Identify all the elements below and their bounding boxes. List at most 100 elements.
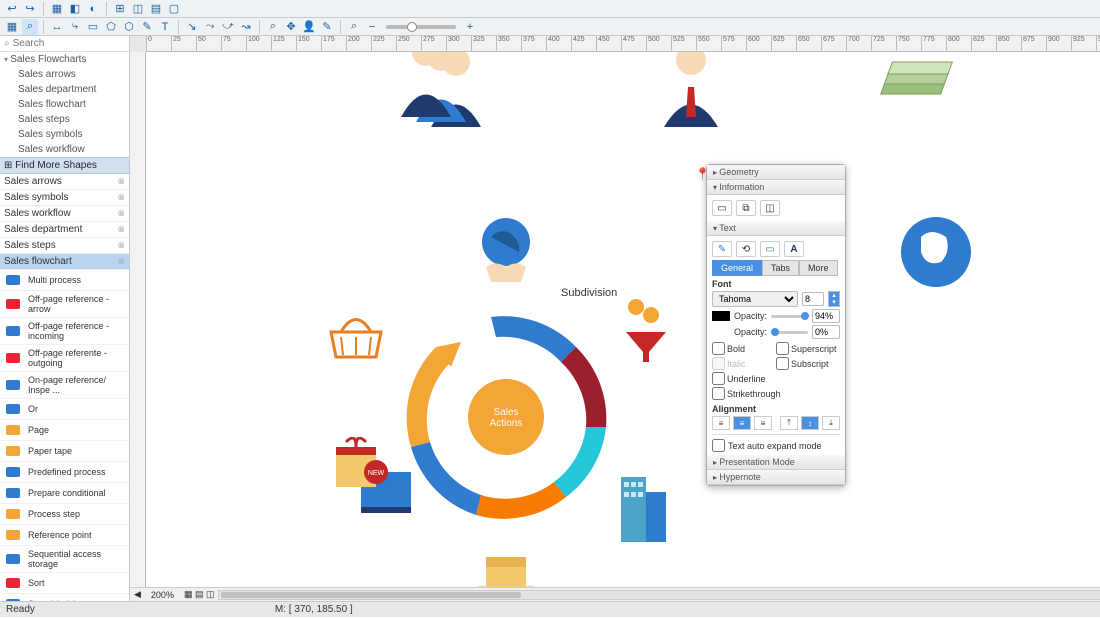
canvas[interactable]: NEW [146, 52, 1100, 587]
zoom-plus-button[interactable]: + [462, 19, 478, 35]
layout2-button[interactable]: ◐ [85, 1, 101, 17]
undo-button[interactable]: ↩ [4, 1, 20, 17]
grid-button[interactable]: ▦ [49, 1, 65, 17]
shape-item[interactable]: Off-page referente - outgoing [0, 345, 129, 372]
align-center-button[interactable]: ≡ [733, 416, 751, 430]
info-view2-button[interactable]: ⧉ [736, 200, 756, 216]
zoom-tool[interactable]: ⌕ [265, 19, 281, 35]
shape-item[interactable]: Prepare conditional [0, 483, 129, 504]
panel-section-presentation[interactable]: Presentation Mode [707, 455, 845, 470]
text-tool[interactable]: T [157, 19, 173, 35]
text-tool4[interactable]: A [784, 241, 804, 257]
subscript-checkbox[interactable]: Subscript [776, 356, 840, 371]
shape-item[interactable]: Process step [0, 504, 129, 525]
line1-tool[interactable]: ↘ [184, 19, 200, 35]
font-name-select[interactable]: Tahoma [712, 291, 798, 307]
shape-item[interactable]: Sequential access storage [0, 546, 129, 573]
panel-section-hypernote[interactable]: Hypernote [707, 470, 845, 485]
close-icon[interactable]: ⊗ [117, 224, 125, 235]
italic-checkbox[interactable]: Italic [712, 356, 776, 371]
close-icon[interactable]: ⊗ [117, 256, 125, 267]
panel-section-information[interactable]: Information [707, 180, 845, 195]
shape-item[interactable]: Paper tape [0, 441, 129, 462]
zoom-out-button[interactable]: ⌕ [346, 19, 362, 35]
tree-child[interactable]: Sales symbols [0, 127, 129, 142]
shape-item[interactable]: Multi process [0, 270, 129, 291]
pointer-tool[interactable]: ↔ [49, 19, 65, 35]
strike-checkbox[interactable]: Strikethrough [712, 386, 776, 401]
shape-list[interactable]: Multi processOff-page reference - arrowO… [0, 270, 129, 601]
info-view1-button[interactable]: ▭ [712, 200, 732, 216]
bold-checkbox[interactable]: Bold [712, 341, 776, 356]
tree-child[interactable]: Sales flowchart [0, 97, 129, 112]
valign-top-button[interactable]: ⤒ [780, 416, 798, 430]
align-right-button[interactable]: ≡ [754, 416, 772, 430]
font-size-input[interactable] [802, 292, 824, 306]
superscript-checkbox[interactable]: Superscript [776, 341, 840, 356]
shape-item[interactable]: Start (circle) [0, 594, 129, 601]
person-tool[interactable]: 👤 [301, 19, 317, 35]
zoom-slider[interactable] [386, 25, 456, 29]
layout4-button[interactable]: ◫ [130, 1, 146, 17]
tab-general[interactable]: General [712, 260, 762, 276]
tree-child[interactable]: Sales workflow [0, 142, 129, 157]
close-icon[interactable]: ⊗ [117, 192, 125, 203]
line4-tool[interactable]: ↝ [238, 19, 254, 35]
opacity-slider-1[interactable] [771, 315, 808, 318]
scroll-left-button[interactable]: ◀ [130, 589, 145, 600]
shape-item[interactable]: Off-page reference - incoming [0, 318, 129, 345]
align-left-button[interactable]: ≡ [712, 416, 730, 430]
find-more-shapes[interactable]: Find More Shapes [0, 157, 129, 174]
redo-button[interactable]: ↪ [22, 1, 38, 17]
category-row[interactable]: Sales symbols⊗ [0, 190, 129, 206]
shape-item[interactable]: Off-page reference - arrow [0, 291, 129, 318]
category-row[interactable]: Sales arrows⊗ [0, 174, 129, 190]
close-icon[interactable]: ⊗ [117, 240, 125, 251]
hscroll-thumb[interactable] [221, 592, 521, 598]
rect-tool[interactable]: ▭ [85, 19, 101, 35]
category-row[interactable]: Sales steps⊗ [0, 238, 129, 254]
shape-item[interactable]: On-page reference/ Inspe ... [0, 372, 129, 399]
inspector-panel[interactable]: 📍 Geometry Information ▭ ⧉ ◫ Text ✎ [706, 164, 846, 486]
close-icon[interactable]: ⊗ [117, 208, 125, 219]
grid-toggle-button[interactable]: ▦ [4, 19, 20, 35]
panel-section-geometry[interactable]: Geometry [707, 165, 845, 180]
view-mode-icons[interactable]: ▦ ▤ ◫ [180, 589, 219, 600]
pan-tool[interactable]: ✥ [283, 19, 299, 35]
layout6-button[interactable]: ▢ [166, 1, 182, 17]
font-size-stepper[interactable]: ▴▾ [828, 291, 840, 307]
zoom-minus-button[interactable]: − [364, 19, 380, 35]
tree-child[interactable]: Sales arrows [0, 67, 129, 82]
category-row[interactable]: Sales workflow⊗ [0, 206, 129, 222]
shape-item[interactable]: Sort [0, 573, 129, 594]
opacity-value-1[interactable] [812, 309, 840, 323]
poly-tool[interactable]: ⬠ [103, 19, 119, 35]
line3-tool[interactable]: ⤻ [220, 19, 236, 35]
connector-tool[interactable]: ⤷ [67, 19, 83, 35]
tree-child[interactable]: Sales steps [0, 112, 129, 127]
opacity-value-2[interactable] [812, 325, 840, 339]
text-tool2[interactable]: ⟲ [736, 241, 756, 257]
color-swatch[interactable] [712, 311, 730, 321]
opacity-slider-2[interactable] [771, 331, 808, 334]
valign-bot-button[interactable]: ⤓ [822, 416, 840, 430]
layout5-button[interactable]: ▤ [148, 1, 164, 17]
search-tool-button[interactable]: ⌕ [22, 19, 38, 35]
valign-mid-button[interactable]: ↕ [801, 416, 819, 430]
shape-item[interactable]: Predefined process [0, 462, 129, 483]
close-icon[interactable]: ⊗ [117, 176, 125, 187]
pin-icon[interactable]: 📍 [695, 167, 710, 181]
tree-root[interactable]: Sales Flowcharts [0, 52, 129, 67]
shape-item[interactable]: Reference point [0, 525, 129, 546]
panel-section-text[interactable]: Text [707, 221, 845, 236]
info-view3-button[interactable]: ◫ [760, 200, 780, 216]
auto-expand-checkbox[interactable]: Text auto expand mode [712, 439, 840, 452]
tab-more[interactable]: More [799, 260, 838, 276]
underline-checkbox[interactable]: Underline [712, 371, 776, 386]
search-input[interactable] [13, 38, 145, 49]
text-tool1[interactable]: ✎ [712, 241, 732, 257]
shape-item[interactable]: Page [0, 420, 129, 441]
tree-child[interactable]: Sales department [0, 82, 129, 97]
pencil-tool[interactable]: ✎ [139, 19, 155, 35]
line2-tool[interactable]: ⤳ [202, 19, 218, 35]
